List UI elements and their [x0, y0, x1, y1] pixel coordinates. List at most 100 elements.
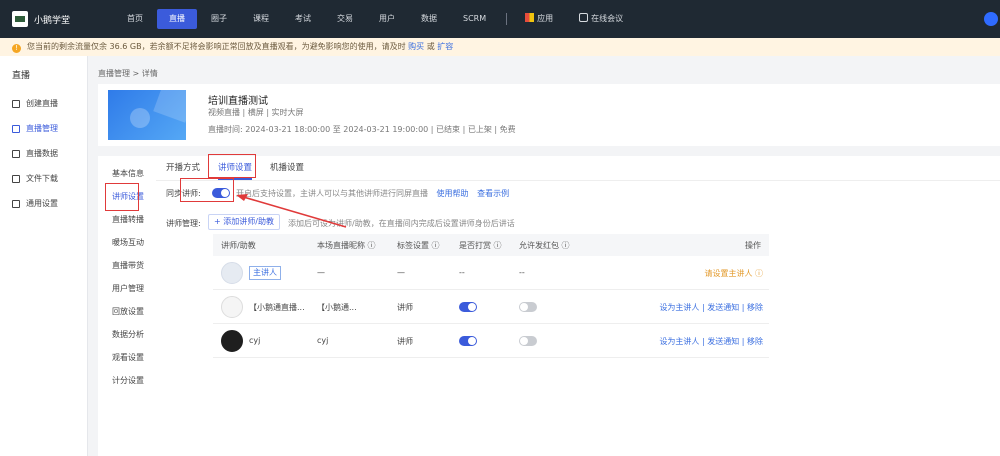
- nav-item[interactable]: 圈子: [199, 9, 239, 29]
- sidebar-item[interactable]: 直播管理: [12, 123, 58, 134]
- add-teacher-button[interactable]: + 添加讲师/助教: [208, 214, 280, 230]
- avatar: [221, 296, 243, 318]
- sidebar-title: 直播: [12, 71, 31, 81]
- apps-label: 应用: [537, 14, 554, 23]
- reward-toggle[interactable]: [459, 302, 477, 312]
- table-row: cyj cyj 讲师 设为主讲人 | 发送通知 | 移除: [213, 324, 769, 358]
- play-icon: [130, 108, 150, 128]
- settings-tab[interactable]: 开播方式: [166, 156, 200, 180]
- redpacket-cell: --: [519, 268, 525, 277]
- traffic-warning-banner: ! 您当前的剩余流量仅余 36.6 GB，若余额不足将会影响正常回放及直播观看，为…: [0, 38, 1000, 56]
- subnav-item[interactable]: 数据分析: [112, 329, 144, 340]
- reward-toggle[interactable]: [459, 336, 477, 346]
- nav-item[interactable]: 课程: [241, 9, 281, 29]
- nav-item[interactable]: 考试: [283, 9, 323, 29]
- notice-or: 或: [426, 42, 435, 51]
- nav-meeting[interactable]: 在线会议: [567, 9, 635, 29]
- menu-icon: [12, 174, 20, 183]
- settings-tab[interactable]: 机播设置: [270, 156, 304, 180]
- subnav-item[interactable]: 计分设置: [112, 375, 144, 386]
- menu-icon: [12, 199, 20, 208]
- subnav-item[interactable]: 用户管理: [112, 283, 144, 294]
- teacher-name: cyj: [249, 336, 261, 345]
- nav-item[interactable]: 首页: [115, 9, 155, 29]
- teacher-management-label: 讲师管理:: [166, 219, 201, 228]
- tag-cell: —: [397, 268, 405, 277]
- live-cover-image: [108, 90, 186, 140]
- col-tag: 标签设置 ⓘ: [397, 241, 440, 250]
- avatar: [221, 330, 243, 352]
- col-action: 操作: [745, 241, 761, 250]
- sidebar-item-label: 通用设置: [26, 199, 58, 208]
- subnav-item[interactable]: 直播带货: [112, 260, 144, 271]
- notice-text: 您当前的剩余流量仅余 36.6 GB，若余额不足将会影响正常回放及直播观看，为避…: [27, 42, 406, 51]
- highlight-toggle-box: [180, 178, 234, 202]
- expand-link[interactable]: 扩容: [437, 42, 453, 51]
- menu-icon: [12, 149, 20, 158]
- avatar: [221, 262, 243, 284]
- warning-icon: !: [12, 44, 21, 53]
- row-actions[interactable]: 设为主讲人 | 发送通知 | 移除: [659, 302, 763, 313]
- subnav-item[interactable]: 基本信息: [112, 168, 144, 179]
- teacher-name: 【小鹅通直播...: [249, 303, 305, 312]
- table-row: 【小鹅通直播... 【小鹅通... 讲师 设为主讲人 | 发送通知 | 移除: [213, 290, 769, 324]
- logo-icon: [12, 11, 28, 27]
- redpacket-toggle[interactable]: [519, 336, 537, 346]
- nickname-cell: 【小鹅通...: [317, 303, 357, 312]
- meeting-label: 在线会议: [591, 14, 624, 23]
- nav-item[interactable]: 直播: [157, 9, 197, 29]
- sidebar-item[interactable]: 文件下载: [12, 173, 58, 184]
- example-link[interactable]: 查看示例: [477, 189, 509, 198]
- sidebar-item[interactable]: 直播数据: [12, 148, 58, 159]
- user-avatar[interactable]: [984, 12, 998, 26]
- subnav-item[interactable]: 暖场互动: [112, 237, 144, 248]
- nickname-cell: —: [317, 268, 325, 277]
- subnav-item[interactable]: 观看设置: [112, 352, 144, 363]
- app-name: 小鹅学堂: [34, 15, 71, 26]
- live-meta: 视频直播 | 横屏 | 实时大屏: [208, 108, 304, 117]
- set-host-tag[interactable]: 主讲人: [249, 266, 281, 280]
- sync-hint-text: 开启后支持设置，主讲人可以与其他讲师进行同屏直播: [236, 189, 428, 198]
- sidebar-item-label: 直播数据: [26, 149, 58, 158]
- menu-icon: [12, 99, 20, 108]
- sidebar: 直播 创建直播直播管理直播数据文件下载通用设置: [0, 56, 88, 456]
- table-row: 主讲人 — — -- -- 请设置主讲人 ⓘ: [213, 256, 769, 290]
- row-actions[interactable]: 设为主讲人 | 发送通知 | 移除: [659, 336, 763, 347]
- subnav-item[interactable]: 直播转播: [112, 214, 144, 225]
- add-teacher-hint: 添加后可设为讲师/助教，在直播间内完成后设置讲师身份后讲话: [288, 219, 515, 228]
- col-reward: 是否打赏 ⓘ: [459, 241, 502, 250]
- menu-icon: [12, 124, 20, 133]
- main-area: 直播管理 > 详情 培训直播测试 视频直播 | 横屏 | 实时大屏 直播时间: …: [88, 56, 1000, 456]
- sidebar-item-label: 创建直播: [26, 99, 58, 108]
- nav-item[interactable]: 数据: [409, 9, 449, 29]
- nav-item[interactable]: 用户: [367, 9, 407, 29]
- col-teacher: 讲师/助教: [221, 241, 256, 250]
- main-nav: 首页 直播 圈子 课程 考试 交易 用户 数据 SCRM 应用 在线会议: [115, 0, 637, 38]
- sidebar-item[interactable]: 通用设置: [12, 198, 58, 209]
- highlight-tab-box: [208, 154, 256, 178]
- apps-grid-icon: [525, 13, 535, 22]
- tag-cell: 讲师: [397, 303, 413, 312]
- sync-teacher-hint: 开启后支持设置，主讲人可以与其他讲师进行同屏直播 使用帮助 查看示例: [236, 188, 509, 199]
- live-title: 培训直播测试: [208, 96, 268, 107]
- nav-item[interactable]: SCRM: [451, 9, 498, 29]
- top-navigation-bar: 小鹅学堂 首页 直播 圈子 课程 考试 交易 用户 数据 SCRM 应用 在线会议: [0, 0, 1000, 38]
- nav-item[interactable]: 交易: [325, 9, 365, 29]
- set-host-action[interactable]: 请设置主讲人 ⓘ: [704, 268, 763, 279]
- tag-cell: 讲师: [397, 337, 413, 346]
- highlight-subnav-box: [105, 183, 139, 211]
- live-info-card: 培训直播测试 视频直播 | 横屏 | 实时大屏 直播时间: 2024-03-21…: [98, 84, 1000, 146]
- buy-link[interactable]: 购买: [408, 42, 424, 51]
- col-redpacket: 允许发红包 ⓘ: [519, 241, 570, 250]
- help-link[interactable]: 使用帮助: [437, 189, 469, 198]
- subnav-item[interactable]: 回放设置: [112, 306, 144, 317]
- nav-apps[interactable]: 应用: [513, 9, 565, 29]
- detail-content: 开播方式 讲师设置 机播设置 同步讲师: 开启后支持设置，主讲人可以与其他讲师进行同…: [156, 156, 1000, 456]
- col-nickname: 本场直播昵称 ⓘ: [317, 241, 376, 250]
- redpacket-toggle[interactable]: [519, 302, 537, 312]
- breadcrumb: 直播管理 > 详情: [98, 69, 158, 78]
- live-time: 直播时间: 2024-03-21 18:00:00 至 2024-03-21 1…: [208, 125, 516, 134]
- app-logo[interactable]: 小鹅学堂: [12, 11, 70, 27]
- sidebar-item[interactable]: 创建直播: [12, 98, 58, 109]
- sidebar-item-label: 文件下载: [26, 174, 58, 183]
